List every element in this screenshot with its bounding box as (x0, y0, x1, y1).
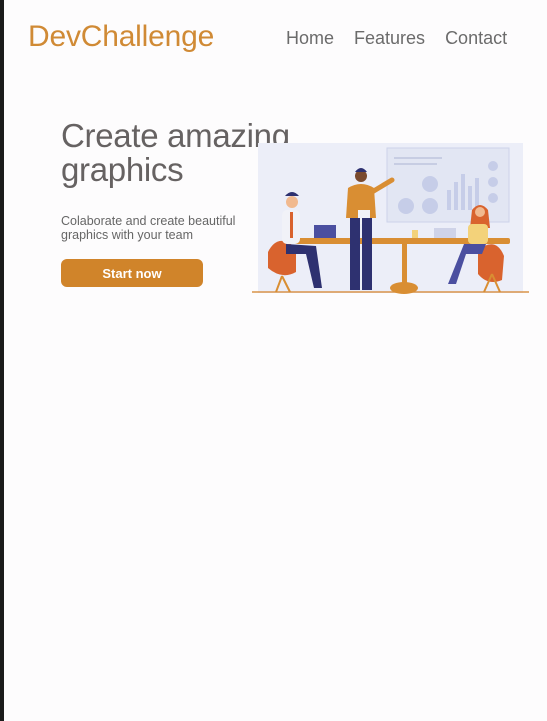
team-meeting-illustration (252, 143, 529, 294)
left-laptop (314, 225, 336, 238)
start-now-button[interactable]: Start now (61, 259, 203, 287)
board-pie-chart (422, 176, 438, 192)
nav-contact-link[interactable]: Contact (445, 28, 507, 49)
main-nav: Home Features Contact (286, 28, 507, 49)
site-header: DevChallenge Home Features Contact (4, 0, 547, 80)
nav-home-link[interactable]: Home (286, 28, 334, 49)
right-laptop (434, 228, 456, 238)
left-person (286, 196, 298, 208)
hero-subtitle: Colaborate and create beautiful graphics… (61, 214, 236, 242)
nav-features-link[interactable]: Features (354, 28, 425, 49)
cup (412, 230, 418, 238)
window-left-edge (0, 0, 4, 721)
brand-logo[interactable]: DevChallenge (28, 20, 214, 54)
